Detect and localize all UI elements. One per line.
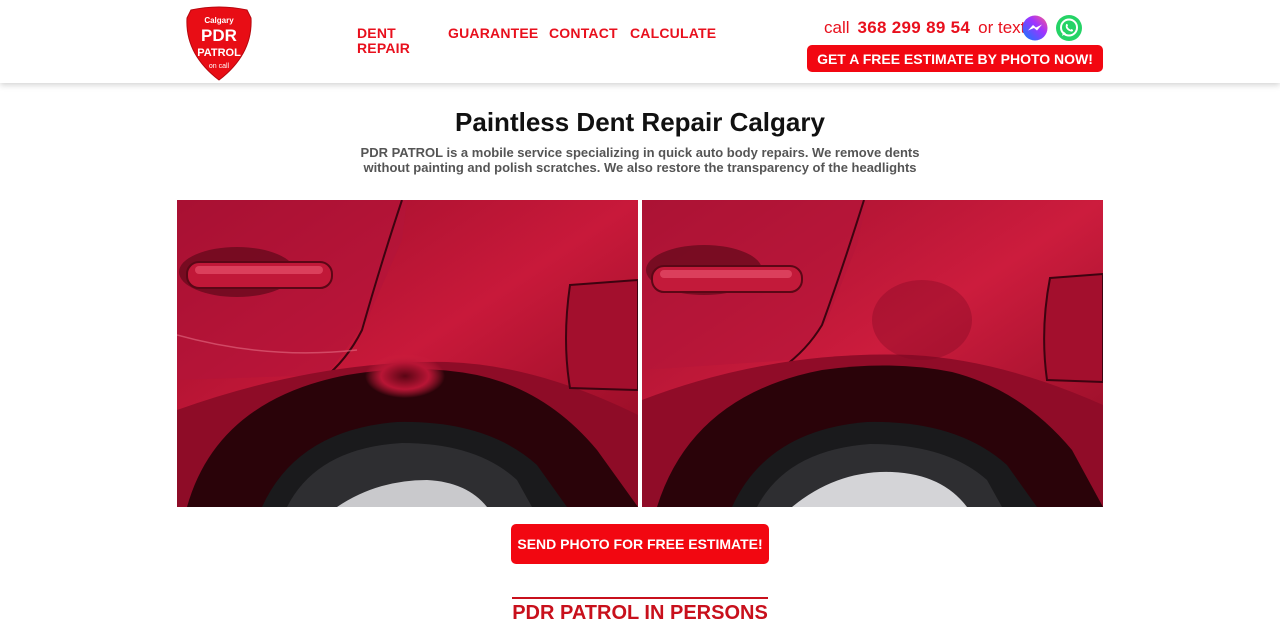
free-estimate-by-photo-button[interactable]: GET A FREE ESTIMATE BY PHOTO NOW! [807,45,1103,72]
nav-contact[interactable]: CONTACT [549,26,618,41]
site-header: Calgary PDR PATROL on call DENT REPAIR G… [0,0,1280,83]
send-photo-button[interactable]: SEND PHOTO FOR FREE ESTIMATE! [511,524,769,564]
logo-city: Calgary [204,16,234,25]
section-title-persons: PDR PATROL IN PERSONS [512,597,768,625]
page-title: Paintless Dent Repair Calgary [455,107,825,137]
logo-on-call: on call [209,63,230,70]
logo-patrol: PATROL [197,47,241,59]
phone-number-link[interactable]: 368 299 89 54 [858,18,971,38]
before-repair-photo [177,200,638,507]
after-repair-photo [642,200,1103,507]
contact-line: call 368 299 89 54 or text [824,16,1025,40]
pdr-patrol-logo[interactable]: Calgary PDR PATROL on call [185,6,253,82]
nav-dent-repair-line1[interactable]: DENT [357,26,410,41]
nav-dent-repair[interactable]: DENT REPAIR [357,26,410,56]
logo-pdr: PDR [201,26,237,45]
nav-guarantee[interactable]: GUARANTEE [448,26,538,41]
whatsapp-icon[interactable] [1055,14,1083,42]
or-text-label: or text [978,18,1026,37]
nav-dent-repair-line2[interactable]: REPAIR [357,41,410,56]
messenger-icon[interactable] [1022,15,1048,41]
nav-calculate[interactable]: CALCULATE [630,26,716,41]
call-label: call [824,18,850,37]
page-subtitle: PDR PATROL is a mobile service specializ… [360,145,920,175]
